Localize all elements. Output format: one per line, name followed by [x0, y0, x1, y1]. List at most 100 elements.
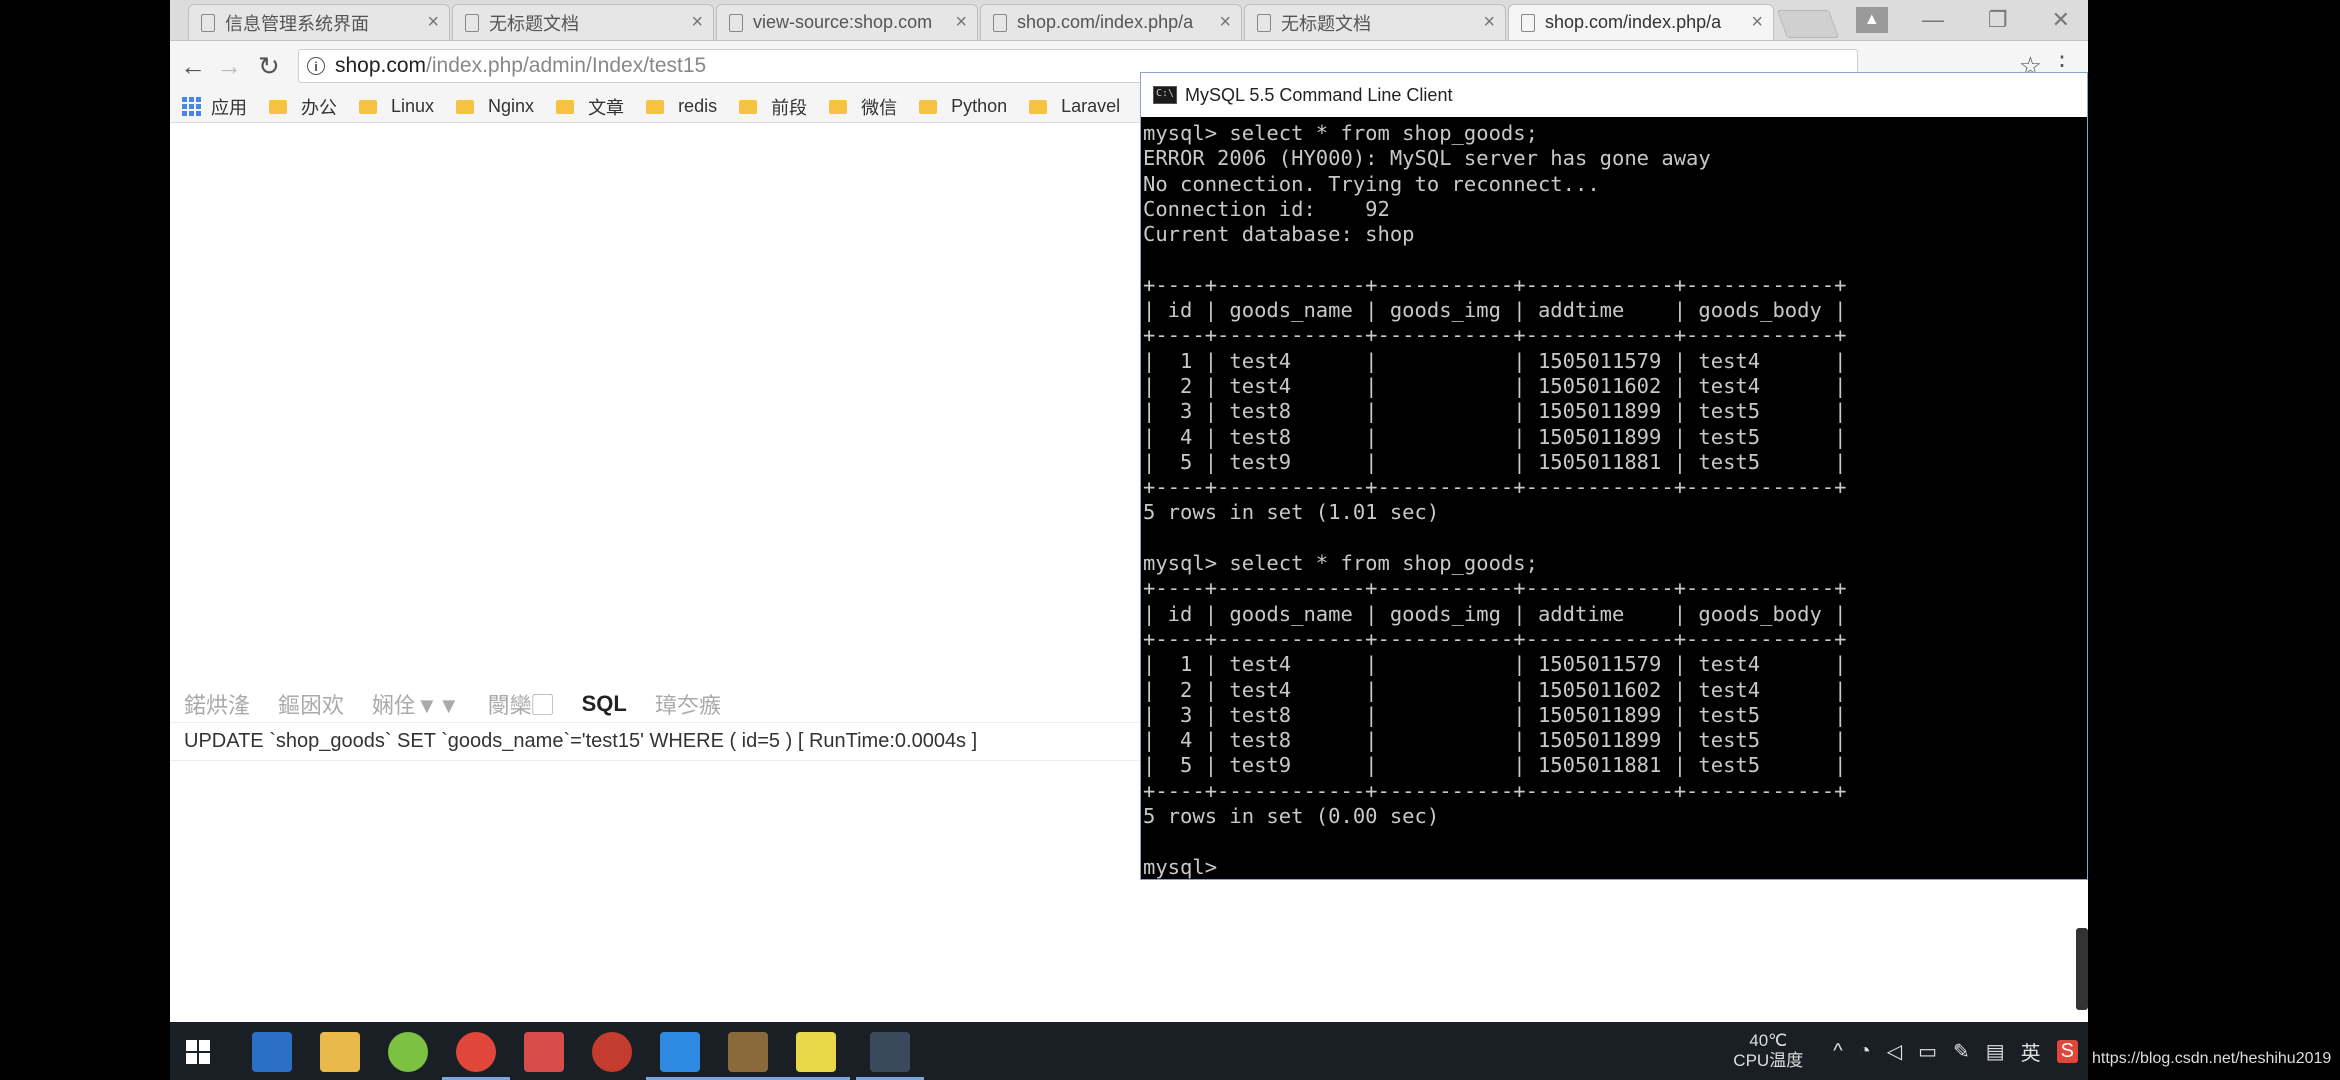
browser-tab-3[interactable]: view-source:shop.com × — [716, 4, 978, 40]
bookmark-folder[interactable]: 文章 — [556, 94, 624, 120]
desktop-screen: 信息管理系统界面 × 无标题文档 × view-source:shop.com … — [170, 0, 2088, 1080]
document-icon — [465, 13, 479, 32]
trace-tab-label: 閿欒 — [487, 693, 532, 718]
cpu-temp-value: 40℃ — [1749, 1031, 1788, 1050]
close-icon[interactable]: × — [1219, 11, 1231, 34]
app-icon[interactable] — [592, 1032, 632, 1072]
mysql-console-window[interactable]: C:\ MySQL 5.5 Command Line Client mysql>… — [1140, 72, 2088, 880]
apps-icon — [182, 97, 201, 116]
trace-tab-label: 娴佺▼ — [372, 693, 438, 718]
close-icon[interactable]: × — [1483, 11, 1495, 34]
chevron-up-icon[interactable]: ^ — [1833, 1040, 1842, 1063]
scrollbar-handle[interactable] — [2076, 928, 2088, 1010]
volume-icon[interactable]: ◁ — [1887, 1039, 1902, 1064]
bookmark-folder[interactable]: Laravel — [1029, 96, 1120, 117]
reload-icon[interactable]: ↻ — [258, 51, 280, 82]
url-host: shop.com — [335, 54, 427, 77]
windows-start-icon[interactable] — [186, 1040, 210, 1064]
cpu-temperature[interactable]: 40℃ CPU温度 — [1733, 1031, 1803, 1071]
bookmark-label: 办公 — [301, 97, 337, 118]
forward-icon[interactable]: → — [216, 51, 242, 82]
cpu-temp-label: CPU温度 — [1733, 1051, 1804, 1070]
trace-tab[interactable]: 璋冭瘯 — [655, 688, 721, 720]
browser-tab-2[interactable]: 无标题文档 × — [452, 4, 714, 40]
browser-tab-5[interactable]: 无标题文档 × — [1244, 4, 1506, 40]
browser-tab-1[interactable]: 信息管理系统界面 × — [188, 4, 450, 40]
folder-icon — [646, 99, 665, 114]
bookmark-label: 文章 — [588, 97, 625, 118]
app-icon[interactable] — [714, 1032, 782, 1080]
trace-tab[interactable]: 鏂囦欢 — [278, 688, 344, 720]
close-window-icon[interactable]: ✕ — [2052, 7, 2070, 33]
back-icon[interactable]: ← — [180, 51, 206, 82]
bookmark-folder[interactable]: redis — [646, 96, 717, 117]
ime-indicator[interactable]: 英 — [2021, 1037, 2041, 1066]
tab-label: 无标题文档 — [1281, 13, 1371, 34]
bookmark-apps[interactable]: 应用 — [182, 94, 247, 120]
trace-tab-sql-active[interactable]: SQL — [582, 691, 627, 717]
app-tray-icon[interactable]: S — [2056, 1039, 2078, 1063]
taskbar: 40℃ CPU温度 ^ ◔ ◁ ▭ ✎ ▤ 英 S — [170, 1022, 2088, 1080]
folder-icon — [919, 99, 938, 114]
console-icon: C:\ — [1153, 86, 1177, 104]
bookmark-label: Laravel — [1061, 96, 1121, 116]
chrome-icon[interactable] — [442, 1032, 510, 1080]
app-icon[interactable] — [524, 1032, 564, 1072]
keyboard-icon[interactable]: ▭ — [1918, 1039, 1937, 1064]
folder-icon — [359, 99, 377, 114]
trace-tab-bar: 鍩烘湰 鏂囦欢 娴佺▼▼ 閿欒▢ SQL 璋冭瘯 — [184, 688, 721, 720]
console-title: MySQL 5.5 Command Line Client — [1185, 84, 1453, 105]
bookmark-folder[interactable]: 微信 — [829, 94, 897, 120]
bookmark-folder[interactable]: Linux — [359, 96, 434, 117]
folder-icon — [556, 99, 575, 114]
folder-icon — [739, 99, 758, 114]
document-icon — [729, 13, 743, 32]
pen-icon[interactable]: ✎ — [1953, 1039, 1970, 1064]
close-icon[interactable]: × — [955, 11, 967, 34]
bookmark-folder[interactable]: 办公 — [269, 94, 337, 120]
trace-tab[interactable]: 娴佺▼▼ — [372, 688, 460, 720]
trace-tab[interactable]: 鍩烘湰 — [184, 688, 250, 720]
bookmark-label: 应用 — [211, 97, 247, 118]
browser-tab-strip: 信息管理系统界面 × 无标题文档 × view-source:shop.com … — [170, 0, 2088, 41]
system-tray: 40℃ CPU温度 ^ ◔ ◁ ▭ ✎ ▤ 英 S — [1733, 1022, 2088, 1080]
browser-tab-4[interactable]: shop.com/index.php/a × — [980, 4, 1242, 40]
folder-icon — [1029, 99, 1048, 114]
app-icon[interactable] — [782, 1032, 850, 1080]
network-icon[interactable]: ◔ — [1859, 1040, 1871, 1063]
folder-icon — [269, 99, 287, 114]
file-explorer-icon[interactable] — [320, 1032, 360, 1072]
url-path: /index.php/admin/Index/test15 — [426, 54, 707, 77]
close-icon[interactable]: × — [691, 11, 703, 34]
document-icon — [1257, 13, 1271, 32]
trace-tab-arrow: ▼ — [437, 693, 460, 718]
document-icon — [993, 13, 1007, 32]
bookmark-folder[interactable]: Nginx — [456, 96, 534, 117]
close-icon[interactable]: × — [427, 11, 439, 34]
profile-icon[interactable]: ▲ — [1855, 7, 1888, 33]
bookmark-label: redis — [678, 96, 718, 116]
info-icon[interactable]: i — [307, 57, 325, 75]
app-icon[interactable] — [388, 1032, 428, 1072]
app-launcher-icon[interactable] — [252, 1032, 292, 1072]
console-title-bar[interactable]: C:\ MySQL 5.5 Command Line Client — [1141, 73, 2087, 117]
folder-icon — [456, 99, 475, 114]
sql-trace-line: UPDATE `shop_goods` SET `goods_name`='te… — [184, 730, 978, 752]
browser-tab-6-active[interactable]: shop.com/index.php/a × — [1508, 4, 1774, 40]
console-task-icon[interactable] — [856, 1032, 924, 1080]
minimize-icon[interactable]: — — [1922, 7, 1944, 33]
restore-icon[interactable]: ❐ — [1988, 7, 2008, 33]
bookmark-label: Python — [951, 96, 1008, 116]
tab-label: 无标题文档 — [489, 13, 579, 34]
document-icon — [1521, 13, 1535, 32]
close-icon[interactable]: × — [1751, 11, 1763, 34]
console-output[interactable]: mysql> select * from shop_goods; ERROR 2… — [1141, 117, 2087, 879]
app-icon[interactable] — [646, 1032, 714, 1080]
trace-tab[interactable]: 閿欒▢ — [488, 688, 554, 720]
console-text: mysql> select * from shop_goods; ERROR 2… — [1143, 121, 1847, 879]
bookmark-folder[interactable]: Python — [919, 96, 1007, 117]
tab-label: shop.com/index.php/a — [1545, 12, 1722, 32]
bookmark-folder[interactable]: 前段 — [739, 94, 807, 120]
notification-icon[interactable]: ▤ — [1986, 1039, 2005, 1064]
new-tab-button[interactable] — [1776, 10, 1840, 38]
